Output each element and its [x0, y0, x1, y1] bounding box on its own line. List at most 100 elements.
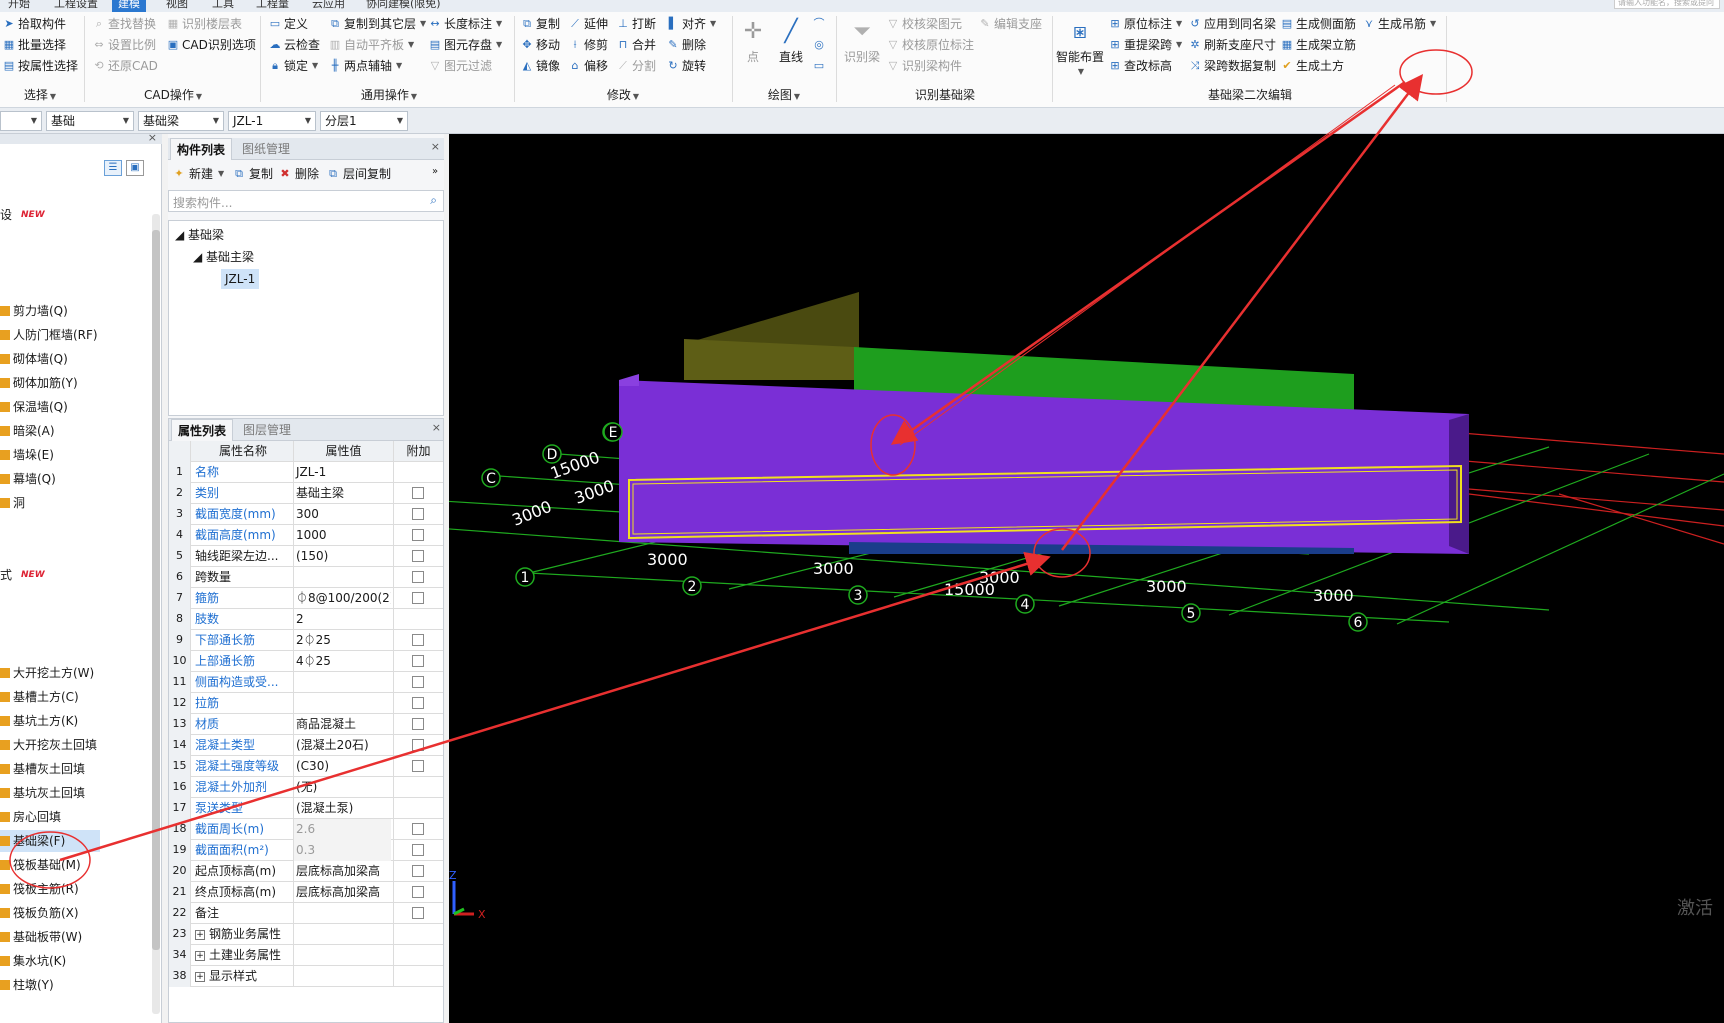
property-row[interactable]: 7 箍筋 ⏀8@100/200(2): [169, 588, 443, 609]
tab-view[interactable]: 视图: [160, 0, 194, 12]
move-button[interactable]: ✥ 移动: [520, 35, 560, 55]
identify-beam-button[interactable]: ⏷ 识别梁: [844, 16, 880, 65]
property-row[interactable]: 21 终点顶标高(m) 层底标高加梁高: [169, 882, 443, 903]
property-value[interactable]: 4⏀25: [293, 651, 391, 672]
gen-hanger-button[interactable]: ⋎ 生成吊筋 ▼: [1362, 14, 1436, 34]
two-point-axis-button[interactable]: ╫ 两点辅轴 ▼: [328, 56, 402, 76]
floor-dropdown[interactable]: ▼: [0, 111, 42, 131]
delete-component-button[interactable]: ✖ 删除: [278, 162, 319, 186]
more-icon[interactable]: »: [432, 166, 438, 177]
property-value[interactable]: [293, 945, 391, 966]
expand-icon[interactable]: +: [195, 971, 205, 982]
property-value[interactable]: (混凝土20石): [293, 735, 391, 756]
nav-item[interactable]: 暗梁(A): [0, 420, 55, 442]
attach-checkbox[interactable]: [412, 676, 424, 688]
nav-item[interactable]: 筏板基础(M): [0, 854, 81, 876]
property-value[interactable]: ⏀8@100/200(2): [293, 588, 391, 609]
nav-item[interactable]: 式 NEW: [0, 564, 45, 586]
property-value[interactable]: 2.6: [293, 819, 391, 840]
property-value[interactable]: 2: [293, 609, 391, 630]
property-value[interactable]: [293, 567, 391, 588]
property-row[interactable]: 17 泵送类型 (混凝土泵): [169, 798, 443, 819]
attach-checkbox[interactable]: [412, 844, 424, 856]
draw-group-label[interactable]: 绘图 ▼: [736, 86, 832, 104]
rotate-button[interactable]: ↻ 旋转: [666, 56, 706, 76]
check-beam-button[interactable]: ▽ 校核梁图元: [886, 14, 962, 34]
expand-icon[interactable]: +: [195, 950, 205, 961]
line-button[interactable]: ╱ 直线: [776, 16, 806, 65]
attach-checkbox[interactable]: [412, 571, 424, 583]
category-dropdown[interactable]: 基础 ▼: [46, 111, 134, 131]
merge-button[interactable]: ⊓ 合并: [616, 35, 656, 55]
nav-item[interactable]: 幕墙(Q): [0, 468, 56, 490]
property-row[interactable]: 1 名称 JZL-1: [169, 462, 443, 483]
nav-item[interactable]: 保温墙(Q): [0, 396, 68, 418]
attach-checkbox[interactable]: [412, 823, 424, 835]
auto-align-slab-button[interactable]: ▥ 自动平齐板 ▼: [328, 35, 414, 55]
property-value[interactable]: (混凝土泵): [293, 798, 391, 819]
select-by-property-button[interactable]: ▤ 按属性选择: [2, 56, 78, 76]
property-row[interactable]: 14 混凝土类型 (混凝土20石): [169, 735, 443, 756]
property-row[interactable]: 18 截面周长(m) 2.6: [169, 819, 443, 840]
property-value[interactable]: 2⏀25: [293, 630, 391, 651]
close-icon[interactable]: ×: [432, 421, 441, 434]
nav-item[interactable]: 大开挖灰土回填: [0, 734, 97, 756]
split-button[interactable]: ⟋ 分割: [616, 56, 656, 76]
length-dim-button[interactable]: ↔ 长度标注 ▼: [428, 14, 502, 34]
copy-button[interactable]: ⧉ 复制: [520, 14, 560, 34]
attach-checkbox[interactable]: [412, 739, 424, 751]
save-element-button[interactable]: ▤ 图元存盘 ▼: [428, 35, 502, 55]
layer-dropdown[interactable]: 分层1 ▼: [320, 111, 408, 131]
tab-drawing-mgmt[interactable]: 图纸管理: [236, 138, 296, 160]
re-extract-span-button[interactable]: ⊞ 重提梁跨 ▼: [1108, 35, 1182, 55]
attach-checkbox[interactable]: [412, 718, 424, 730]
attach-checkbox[interactable]: [412, 697, 424, 709]
cloud-check-button[interactable]: ☁ 云检查: [268, 35, 321, 55]
refresh-support-button[interactable]: ✲ 刷新支座尺寸: [1188, 35, 1276, 55]
close-icon[interactable]: ×: [148, 131, 157, 144]
property-row[interactable]: 38 + 显示样式: [169, 966, 443, 987]
identify-beam-component-button[interactable]: ▽ 识别梁构件: [886, 56, 962, 76]
tab-quantity[interactable]: 工程量: [250, 0, 295, 12]
gen-side-rebar-button[interactable]: ▤ 生成侧面筋: [1280, 14, 1356, 34]
nav-item[interactable]: 大开挖土方(W): [0, 662, 94, 684]
property-value[interactable]: 基础主梁: [293, 483, 391, 504]
element-filter-button[interactable]: ▽ 图元过滤: [428, 56, 492, 76]
align-button[interactable]: ▌ 对齐 ▼: [666, 14, 716, 34]
property-value[interactable]: 300: [293, 504, 391, 525]
original-label-button[interactable]: ⊞ 原位标注 ▼: [1108, 14, 1182, 34]
property-value[interactable]: (C30): [293, 756, 391, 777]
attach-checkbox[interactable]: [412, 907, 424, 919]
edit-support-button[interactable]: ✎ 编辑支座: [978, 14, 1042, 34]
find-replace-button[interactable]: ⌕ 查找替换: [92, 14, 156, 34]
property-value[interactable]: [293, 903, 391, 924]
property-value[interactable]: 层底标高加梁高: [293, 861, 391, 882]
property-row[interactable]: 8 肢数 2: [169, 609, 443, 630]
tree-node-foundation-beam[interactable]: ◢ 基础梁: [175, 225, 224, 245]
nav-item[interactable]: 基槽灰土回填: [0, 758, 85, 780]
nav-item[interactable]: 剪力墙(Q): [0, 300, 68, 322]
tree-node-jzl1[interactable]: JZL-1: [221, 269, 260, 289]
tile-view-icon[interactable]: ▣: [126, 160, 144, 176]
property-value[interactable]: 0.3: [293, 840, 391, 861]
layer-copy-button[interactable]: ⧉ 层间复制: [326, 162, 391, 186]
property-row[interactable]: 16 混凝土外加剂 (无): [169, 777, 443, 798]
trim-button[interactable]: ⟊ 修剪: [568, 35, 608, 55]
expand-icon[interactable]: +: [195, 929, 205, 940]
property-row[interactable]: 22 备注: [169, 903, 443, 924]
attach-checkbox[interactable]: [412, 529, 424, 541]
nav-item[interactable]: 筏板负筋(X): [0, 902, 79, 924]
property-row[interactable]: 6 跨数量: [169, 567, 443, 588]
rect-button[interactable]: ▭: [812, 56, 826, 76]
extend-button[interactable]: ⟋ 延伸: [568, 14, 608, 34]
left-scrollbar-thumb[interactable]: [152, 230, 160, 950]
property-row[interactable]: 9 下部通长筋 2⏀25: [169, 630, 443, 651]
new-button[interactable]: ✦ 新建 ▼: [172, 162, 224, 186]
apply-same-beam-button[interactable]: ↺ 应用到同名梁: [1188, 14, 1276, 34]
attach-checkbox[interactable]: [412, 865, 424, 877]
point-button[interactable]: ✛ 点: [738, 16, 768, 65]
nav-item[interactable]: 洞: [0, 492, 25, 514]
identify-floor-table-button[interactable]: ▦ 识别楼层表: [166, 14, 242, 34]
property-row[interactable]: 15 混凝土强度等级 (C30): [169, 756, 443, 777]
modify-group-label[interactable]: 修改 ▼: [516, 86, 730, 104]
